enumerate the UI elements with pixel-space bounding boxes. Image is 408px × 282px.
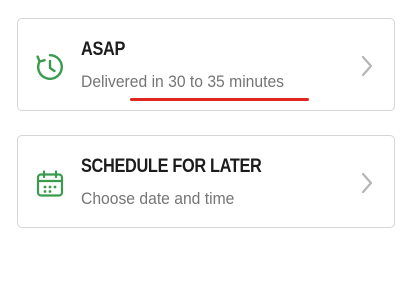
asap-option-card[interactable]: ASAP Delivered in 30 to 35 minutes: [17, 18, 395, 111]
chevron-right-icon: [361, 55, 373, 77]
chevron-right-icon: [361, 172, 373, 194]
schedule-later-title: SCHEDULE FOR LATER: [81, 156, 262, 177]
asap-delivery-estimate: Delivered in 30 to 35 minutes: [81, 73, 285, 91]
delivery-time-highlight-underline: [130, 98, 309, 101]
asap-title: ASAP: [81, 39, 126, 60]
schedule-later-option-card[interactable]: SCHEDULE FOR LATER Choose date and time: [17, 135, 395, 228]
clock-refresh-icon: [36, 54, 63, 80]
schedule-later-subtitle: Choose date and time: [81, 190, 235, 208]
calendar-icon: [36, 170, 64, 197]
